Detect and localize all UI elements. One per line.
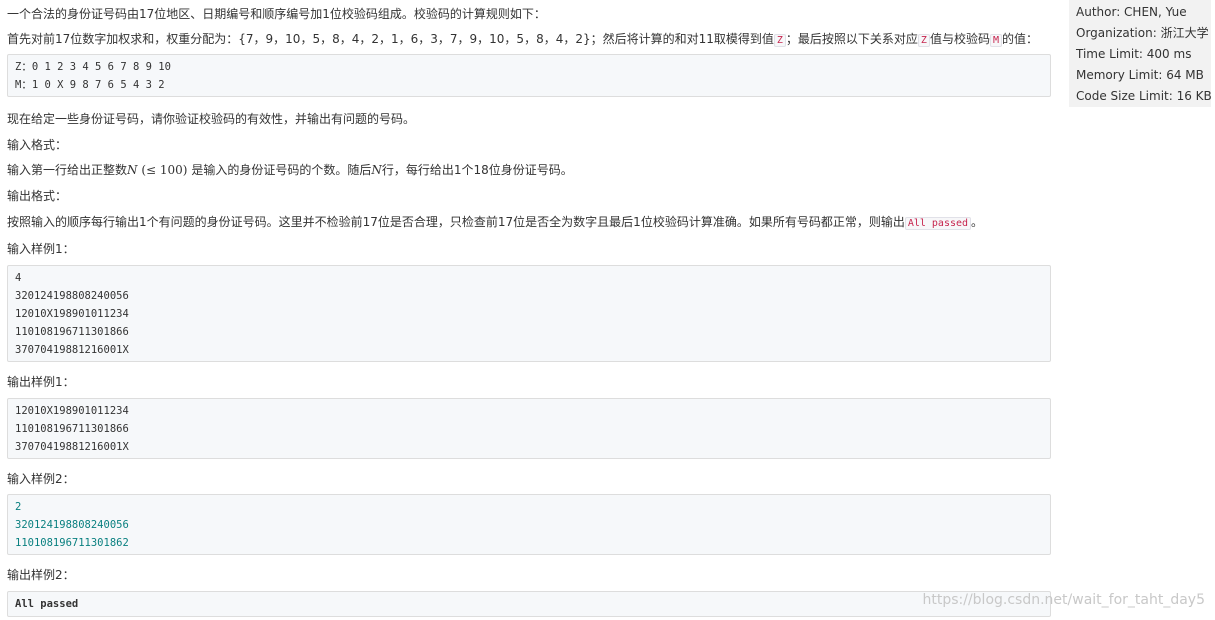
problem-statement: 一个合法的身份证号码由17位地区、日期编号和顺序编号加1位校验码组成。校验码的计… bbox=[0, 0, 1063, 620]
var-n: N bbox=[127, 163, 138, 177]
sample-input-1-block[interactable]: 4 320124198808240056 12010X198901011234 110… bbox=[7, 265, 1051, 362]
time-limit-info: Time Limit: 400 ms bbox=[1076, 47, 1192, 61]
rule-prefix: 首先对前17位数字加权求和，权重分配为：{7，9，10，5，8，4，2，1，6，… bbox=[7, 32, 774, 46]
rule-middle: ；最后按照以下关系对应 bbox=[785, 32, 918, 46]
code-line: 37070419881216001X bbox=[15, 344, 129, 356]
sample-input-2-block[interactable]: 2 320124198808240056 110108196711301862 bbox=[7, 494, 1051, 555]
code-line: 4 bbox=[15, 272, 22, 284]
code-line: 110108196711301866 bbox=[15, 423, 129, 435]
code-line: 12010X198901011234 bbox=[15, 308, 129, 320]
input-format-prefix: 输入第一行给出正整数 bbox=[7, 163, 128, 177]
sample-output-2-block[interactable]: All passed bbox=[7, 591, 1051, 617]
input-format-title: 输入格式： bbox=[7, 138, 68, 152]
sample-input-2-title: 输入样例2： bbox=[7, 472, 75, 486]
sample-input-1-title: 输入样例1： bbox=[7, 242, 75, 256]
watermark-text: https://blog.csdn.net/wait_for_taht_day5 bbox=[922, 592, 1205, 608]
all-passed-inline-code: All passed bbox=[904, 217, 972, 230]
sample-output-1-block[interactable]: 12010X198901011234 110108196711301866 3707… bbox=[7, 398, 1051, 459]
output-format-body: 按照输入的顺序每行输出1个有问题的身份证号码。这里并不检验前17位是否合理，只检… bbox=[7, 215, 905, 229]
z-inline-code-2: Z bbox=[917, 34, 930, 47]
rule-middle-2: 值与校验码 bbox=[929, 32, 990, 46]
var-n-2: N bbox=[371, 163, 382, 177]
input-constraint: (≤ 100) bbox=[141, 163, 188, 177]
code-line: 320124198808240056 bbox=[15, 290, 129, 302]
mapping-code-block: Z：0 1 2 3 4 5 6 7 8 9 10 M：1 0 X 9 8 7 6 … bbox=[7, 54, 1051, 97]
mapping-line-m: M：1 0 X 9 8 7 6 5 4 3 2 bbox=[15, 79, 165, 91]
memory-limit-info: Memory Limit: 64 MB bbox=[1076, 68, 1204, 82]
code-line: 320124198808240056 bbox=[15, 519, 129, 531]
code-size-limit-info: Code Size Limit: 16 KB bbox=[1076, 89, 1212, 103]
code-line: 110108196711301866 bbox=[15, 326, 129, 338]
intro-text: 一个合法的身份证号码由17位地区、日期编号和顺序编号加1位校验码组成。校验码的计… bbox=[7, 7, 546, 21]
code-line: 12010X198901011234 bbox=[15, 405, 129, 417]
mapping-line-z: Z：0 1 2 3 4 5 6 7 8 9 10 bbox=[15, 61, 171, 73]
output-format-end: 。 bbox=[971, 215, 984, 229]
sample-output-2-title: 输出样例2： bbox=[7, 568, 75, 582]
input-format-middle: 是输入的身份证号码的个数。随后 bbox=[191, 163, 372, 177]
output-format-title: 输出格式： bbox=[7, 189, 68, 203]
code-line: 110108196711301862 bbox=[15, 537, 129, 549]
problem-info-panel: Author: CHEN, Yue Organization: 浙江大学 Tim… bbox=[1069, 0, 1212, 107]
rule-suffix: 的值： bbox=[1002, 32, 1039, 46]
rule-text: 首先对前17位数字加权求和，权重分配为：{7，9，10，5，8，4，2，1，6，… bbox=[7, 31, 1038, 49]
task-text: 现在给定一些身份证号码，请你验证校验码的有效性，并输出有问题的号码。 bbox=[7, 112, 416, 126]
organization-info: Organization: 浙江大学 bbox=[1076, 26, 1209, 40]
output-format-text: 按照输入的顺序每行输出1个有问题的身份证号码。这里并不检验前17位是否合理，只检… bbox=[7, 214, 983, 232]
m-inline-code: M bbox=[989, 34, 1002, 47]
code-line: All passed bbox=[15, 598, 79, 610]
code-line: 2 bbox=[15, 501, 22, 513]
sample-output-1-title: 输出样例1： bbox=[7, 375, 75, 389]
author-info: Author: CHEN, Yue bbox=[1076, 5, 1187, 19]
z-inline-code: Z bbox=[773, 34, 786, 47]
input-format-text: 输入第一行给出正整数N (≤ 100) 是输入的身份证号码的个数。随后N行，每行… bbox=[7, 162, 573, 178]
code-line: 37070419881216001X bbox=[15, 441, 129, 453]
input-format-suffix: 行，每行给出1个18位身份证号码。 bbox=[381, 163, 573, 177]
